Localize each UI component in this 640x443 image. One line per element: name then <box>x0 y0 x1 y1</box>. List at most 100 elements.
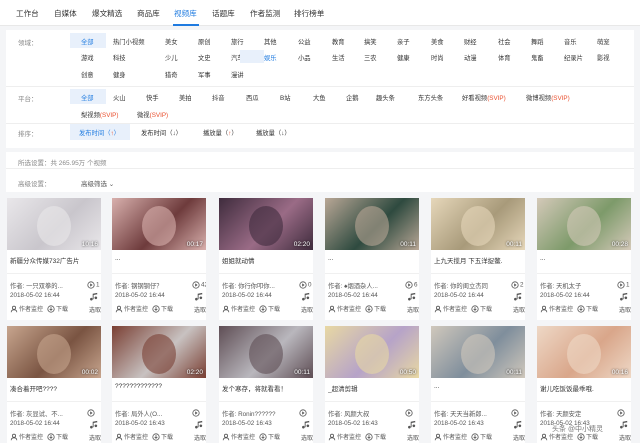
domain-tag[interactable]: 教育 <box>332 37 345 46</box>
platform-tag[interactable]: 微博视频(SVIP) <box>526 93 570 102</box>
video-thumbnail[interactable]: 00:11 <box>219 326 313 378</box>
video-title[interactable]: 谢儿吃饭饭最乖哦. <box>540 383 628 393</box>
video-card[interactable]: 00:11 上九天揽月 下五洋捉鳖. 作者: 你的闺立杰同 2018-05-02 16… <box>431 198 525 320</box>
music-icon-wrap[interactable] <box>408 292 417 301</box>
video-author[interactable]: 作者: 天机太子 <box>540 281 612 290</box>
video-thumbnail[interactable]: 02:20 <box>112 326 206 378</box>
select-button[interactable]: 选取 <box>513 433 525 442</box>
video-thumbnail[interactable]: 00:11 <box>431 326 525 378</box>
video-thumbnail[interactable]: 02:20 <box>219 198 313 250</box>
domain-tag[interactable]: 三农 <box>364 53 377 62</box>
domain-tag[interactable]: 社会 <box>498 37 511 46</box>
platform-tag[interactable]: B站 <box>280 93 291 102</box>
select-button[interactable]: 选取 <box>513 305 525 314</box>
video-author[interactable]: 作者: 你行你叩你... <box>222 281 294 290</box>
music-icon-wrap[interactable] <box>408 420 417 429</box>
platform-tag[interactable]: 全部 <box>81 93 94 102</box>
platform-tag[interactable]: 火山 <box>113 93 126 102</box>
video-thumbnail[interactable]: 00:17 <box>112 198 206 250</box>
download-button[interactable]: 下载 <box>47 432 68 442</box>
platform-tag[interactable]: 美拍 <box>179 93 192 102</box>
nav-rankings[interactable]: 排行榜单 <box>294 8 324 19</box>
music-icon-wrap[interactable] <box>90 420 99 429</box>
nav-goods[interactable]: 商品库 <box>137 8 160 19</box>
video-author[interactable]: 作者: 钢钢钢仔？ <box>115 281 187 290</box>
domain-tag[interactable]: 公益 <box>298 37 311 46</box>
video-thumbnail[interactable]: 00:50 <box>325 326 419 378</box>
sort-plays-desc[interactable]: 播放量（↓） <box>256 128 291 137</box>
download-button[interactable]: 下载 <box>365 432 386 442</box>
platform-tag[interactable]: 大鱼 <box>313 93 326 102</box>
author-monitor-button[interactable]: 作者监控 <box>115 432 148 441</box>
select-button[interactable]: 选取 <box>407 305 419 314</box>
video-thumbnail[interactable]: 00:16 <box>537 326 631 378</box>
video-author[interactable]: 作者: 一只双拳的... <box>10 281 82 290</box>
domain-tag[interactable]: 原创 <box>198 37 211 46</box>
nav-video-library[interactable]: 视频库 <box>174 8 197 19</box>
music-icon-wrap[interactable] <box>514 292 523 301</box>
music-icon-wrap[interactable] <box>514 420 523 429</box>
video-title[interactable]: ????????????? <box>115 383 203 390</box>
domain-tag[interactable]: 音乐 <box>564 37 577 46</box>
select-button[interactable]: 选取 <box>407 433 419 442</box>
video-author[interactable]: 作者: 天天当新郎... <box>434 409 506 418</box>
music-icon-wrap[interactable] <box>302 420 311 429</box>
domain-tag[interactable]: 健康 <box>397 53 410 62</box>
select-button[interactable]: 选取 <box>194 433 206 442</box>
video-thumbnail[interactable]: 10:16 <box>7 198 101 250</box>
video-author[interactable]: 作者: 你的闺立杰同 <box>434 281 506 290</box>
video-title[interactable]: ... <box>540 255 628 262</box>
select-button[interactable]: 选取 <box>301 433 313 442</box>
video-card[interactable]: 00:11... 作者: 天天当新郎... 2018-05-02 16:43 选取 作者… <box>431 326 525 443</box>
download-button[interactable]: 下载 <box>471 432 492 442</box>
download-button[interactable]: 下载 <box>152 432 173 442</box>
domain-tag[interactable]: 鬼畜 <box>531 53 544 62</box>
sort-plays-asc[interactable]: 播放量（↑） <box>203 128 238 137</box>
author-monitor-button[interactable]: 作者监控 <box>115 304 148 313</box>
video-author[interactable]: 作者: 风颜大叔 <box>328 409 400 418</box>
select-button[interactable]: 选取 <box>619 433 631 442</box>
platform-tag[interactable]: 抖音 <box>212 93 225 102</box>
video-card[interactable]: 00:50 _超清剪辑 作者: 风颜大叔 2018-05-02 16:43 选取 作者监控… <box>325 326 419 443</box>
video-title[interactable]: 上九天揽月 下五洋捉鳖. <box>434 255 522 265</box>
download-button[interactable]: 下载 <box>47 304 68 314</box>
platform-tag[interactable]: 西瓜 <box>246 93 259 102</box>
sort-time-asc[interactable]: 发布时间（↑） <box>79 128 120 137</box>
domain-tag[interactable]: 猎奇 <box>165 70 178 79</box>
video-author[interactable]: 作者: ♠烟酒杂人... <box>328 281 400 290</box>
nav-workbench[interactable]: 工作台 <box>16 8 39 19</box>
domain-tag[interactable]: 亲子 <box>397 37 410 46</box>
domain-tag[interactable]: 美女 <box>165 37 178 46</box>
domain-tag[interactable]: 动漫 <box>464 53 477 62</box>
domain-tag[interactable]: 创意 <box>81 70 94 79</box>
music-icon-wrap[interactable] <box>620 292 629 301</box>
video-title[interactable]: 新疆分众传媒732广告片 <box>10 255 98 265</box>
author-monitor-button[interactable]: 作者监控 <box>434 304 467 313</box>
nav-author-monitor[interactable]: 作者监测 <box>250 8 280 19</box>
video-thumbnail[interactable]: 00:28 <box>537 198 631 250</box>
video-title[interactable]: 姐姐就动情 <box>222 255 310 265</box>
domain-tag[interactable]: 其他 <box>264 37 277 46</box>
domain-tag[interactable]: 娱乐 <box>264 53 277 62</box>
domain-tag[interactable]: 美食 <box>431 37 444 46</box>
video-author[interactable]: 作者: 灰显试、不... <box>10 409 82 418</box>
video-title[interactable]: ... <box>115 255 203 262</box>
domain-tag[interactable]: 漫讲 <box>231 70 244 79</box>
video-card[interactable]: 00:02 凑合着开吧???? 作者: 灰显试、不... 2018-05-02 16:… <box>7 326 101 443</box>
video-author[interactable]: 作者: 天颜安定 <box>540 409 612 418</box>
domain-tag[interactable]: 健身 <box>113 70 126 79</box>
music-icon-wrap[interactable] <box>195 292 204 301</box>
download-button[interactable]: 下载 <box>471 304 492 314</box>
advanced-filter-dropdown[interactable]: 高级筛选 ⌄ <box>81 178 114 188</box>
domain-tag[interactable]: 萌宠 <box>597 37 610 46</box>
author-monitor-button[interactable]: 作者监控 <box>222 432 255 441</box>
domain-tag[interactable]: 时尚 <box>431 53 444 62</box>
download-button[interactable]: 下载 <box>259 432 280 442</box>
nav-topics[interactable]: 话题库 <box>212 8 235 19</box>
video-card[interactable]: 02:20????????????? 作者: 局外人(O... 2018-05-02… <box>112 326 206 443</box>
video-title[interactable]: 凑合着开吧???? <box>10 383 98 393</box>
music-icon-wrap[interactable] <box>195 420 204 429</box>
author-monitor-button[interactable]: 作者监控 <box>10 432 43 441</box>
platform-tag[interactable]: 快手 <box>146 93 159 102</box>
download-button[interactable]: 下载 <box>577 304 598 314</box>
